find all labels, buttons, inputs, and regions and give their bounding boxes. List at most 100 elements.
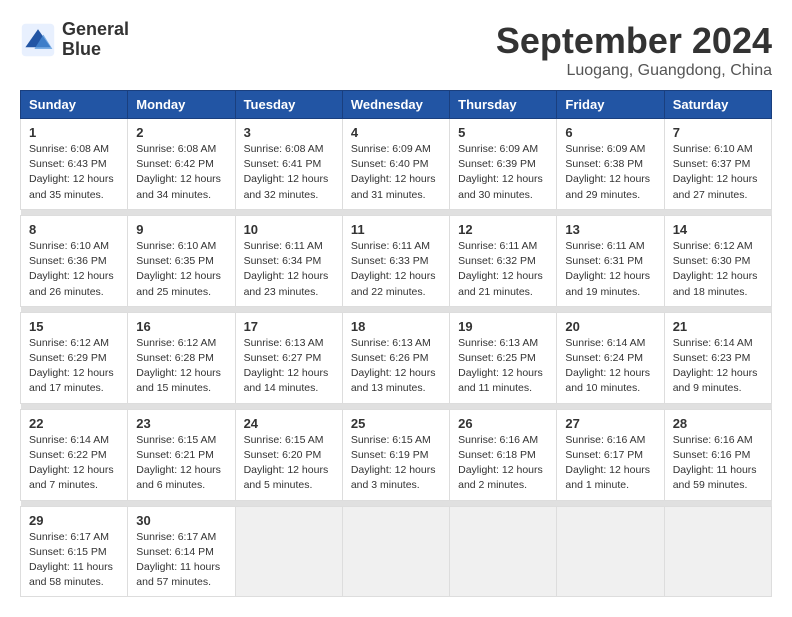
calendar-cell: 21 Sunrise: 6:14 AM Sunset: 6:23 PM Dayl…	[664, 312, 771, 403]
day-number: 28	[673, 416, 763, 431]
day-number: 17	[244, 319, 334, 334]
day-number: 27	[565, 416, 655, 431]
calendar-cell: 1 Sunrise: 6:08 AM Sunset: 6:43 PM Dayli…	[21, 119, 128, 210]
day-detail: Sunrise: 6:08 AM Sunset: 6:42 PM Dayligh…	[136, 142, 226, 203]
calendar-cell: 25 Sunrise: 6:15 AM Sunset: 6:19 PM Dayl…	[342, 409, 449, 500]
day-number: 6	[565, 125, 655, 140]
day-header-saturday: Saturday	[664, 91, 771, 119]
day-number: 26	[458, 416, 548, 431]
day-number: 29	[29, 513, 119, 528]
day-detail: Sunrise: 6:12 AM Sunset: 6:28 PM Dayligh…	[136, 336, 226, 397]
week-row-2: 8 Sunrise: 6:10 AM Sunset: 6:36 PM Dayli…	[21, 215, 772, 306]
day-detail: Sunrise: 6:11 AM Sunset: 6:32 PM Dayligh…	[458, 239, 548, 300]
day-number: 3	[244, 125, 334, 140]
day-detail: Sunrise: 6:11 AM Sunset: 6:33 PM Dayligh…	[351, 239, 441, 300]
calendar-cell: 30 Sunrise: 6:17 AM Sunset: 6:14 PM Dayl…	[128, 506, 235, 597]
day-detail: Sunrise: 6:14 AM Sunset: 6:24 PM Dayligh…	[565, 336, 655, 397]
calendar-cell: 9 Sunrise: 6:10 AM Sunset: 6:35 PM Dayli…	[128, 215, 235, 306]
day-header-sunday: Sunday	[21, 91, 128, 119]
day-detail: Sunrise: 6:13 AM Sunset: 6:25 PM Dayligh…	[458, 336, 548, 397]
logo: General Blue	[20, 20, 129, 60]
calendar-cell	[664, 506, 771, 597]
day-detail: Sunrise: 6:10 AM Sunset: 6:35 PM Dayligh…	[136, 239, 226, 300]
calendar-cell: 22 Sunrise: 6:14 AM Sunset: 6:22 PM Dayl…	[21, 409, 128, 500]
day-detail: Sunrise: 6:15 AM Sunset: 6:21 PM Dayligh…	[136, 433, 226, 494]
day-detail: Sunrise: 6:16 AM Sunset: 6:18 PM Dayligh…	[458, 433, 548, 494]
day-number: 22	[29, 416, 119, 431]
day-number: 24	[244, 416, 334, 431]
week-row-5: 29 Sunrise: 6:17 AM Sunset: 6:15 PM Dayl…	[21, 506, 772, 597]
day-number: 5	[458, 125, 548, 140]
calendar-cell	[557, 506, 664, 597]
day-detail: Sunrise: 6:12 AM Sunset: 6:29 PM Dayligh…	[29, 336, 119, 397]
day-detail: Sunrise: 6:10 AM Sunset: 6:36 PM Dayligh…	[29, 239, 119, 300]
day-detail: Sunrise: 6:16 AM Sunset: 6:16 PM Dayligh…	[673, 433, 763, 494]
day-number: 20	[565, 319, 655, 334]
day-number: 8	[29, 222, 119, 237]
calendar-cell: 20 Sunrise: 6:14 AM Sunset: 6:24 PM Dayl…	[557, 312, 664, 403]
logo-text: General Blue	[62, 20, 129, 60]
day-number: 4	[351, 125, 441, 140]
day-detail: Sunrise: 6:11 AM Sunset: 6:34 PM Dayligh…	[244, 239, 334, 300]
calendar-cell: 8 Sunrise: 6:10 AM Sunset: 6:36 PM Dayli…	[21, 215, 128, 306]
calendar-cell: 16 Sunrise: 6:12 AM Sunset: 6:28 PM Dayl…	[128, 312, 235, 403]
day-detail: Sunrise: 6:09 AM Sunset: 6:38 PM Dayligh…	[565, 142, 655, 203]
day-detail: Sunrise: 6:09 AM Sunset: 6:39 PM Dayligh…	[458, 142, 548, 203]
day-detail: Sunrise: 6:17 AM Sunset: 6:14 PM Dayligh…	[136, 530, 226, 591]
calendar-cell: 2 Sunrise: 6:08 AM Sunset: 6:42 PM Dayli…	[128, 119, 235, 210]
header-row: SundayMondayTuesdayWednesdayThursdayFrid…	[21, 91, 772, 119]
week-row-4: 22 Sunrise: 6:14 AM Sunset: 6:22 PM Dayl…	[21, 409, 772, 500]
day-number: 10	[244, 222, 334, 237]
day-header-tuesday: Tuesday	[235, 91, 342, 119]
day-detail: Sunrise: 6:13 AM Sunset: 6:26 PM Dayligh…	[351, 336, 441, 397]
calendar-cell: 28 Sunrise: 6:16 AM Sunset: 6:16 PM Dayl…	[664, 409, 771, 500]
week-row-1: 1 Sunrise: 6:08 AM Sunset: 6:43 PM Dayli…	[21, 119, 772, 210]
calendar-cell: 14 Sunrise: 6:12 AM Sunset: 6:30 PM Dayl…	[664, 215, 771, 306]
day-number: 25	[351, 416, 441, 431]
day-detail: Sunrise: 6:17 AM Sunset: 6:15 PM Dayligh…	[29, 530, 119, 591]
calendar-cell: 5 Sunrise: 6:09 AM Sunset: 6:39 PM Dayli…	[450, 119, 557, 210]
day-number: 23	[136, 416, 226, 431]
calendar-cell: 11 Sunrise: 6:11 AM Sunset: 6:33 PM Dayl…	[342, 215, 449, 306]
calendar-cell: 15 Sunrise: 6:12 AM Sunset: 6:29 PM Dayl…	[21, 312, 128, 403]
day-header-friday: Friday	[557, 91, 664, 119]
calendar-cell: 26 Sunrise: 6:16 AM Sunset: 6:18 PM Dayl…	[450, 409, 557, 500]
location-subtitle: Luogang, Guangdong, China	[496, 62, 772, 80]
day-detail: Sunrise: 6:15 AM Sunset: 6:20 PM Dayligh…	[244, 433, 334, 494]
day-detail: Sunrise: 6:14 AM Sunset: 6:22 PM Dayligh…	[29, 433, 119, 494]
day-detail: Sunrise: 6:12 AM Sunset: 6:30 PM Dayligh…	[673, 239, 763, 300]
calendar-cell: 3 Sunrise: 6:08 AM Sunset: 6:41 PM Dayli…	[235, 119, 342, 210]
calendar-cell: 6 Sunrise: 6:09 AM Sunset: 6:38 PM Dayli…	[557, 119, 664, 210]
day-number: 11	[351, 222, 441, 237]
day-number: 18	[351, 319, 441, 334]
day-number: 12	[458, 222, 548, 237]
calendar-cell: 18 Sunrise: 6:13 AM Sunset: 6:26 PM Dayl…	[342, 312, 449, 403]
calendar-cell: 13 Sunrise: 6:11 AM Sunset: 6:31 PM Dayl…	[557, 215, 664, 306]
day-detail: Sunrise: 6:13 AM Sunset: 6:27 PM Dayligh…	[244, 336, 334, 397]
day-number: 9	[136, 222, 226, 237]
day-number: 21	[673, 319, 763, 334]
month-title: September 2024	[496, 20, 772, 62]
day-detail: Sunrise: 6:14 AM Sunset: 6:23 PM Dayligh…	[673, 336, 763, 397]
day-detail: Sunrise: 6:11 AM Sunset: 6:31 PM Dayligh…	[565, 239, 655, 300]
calendar-cell	[342, 506, 449, 597]
calendar-cell: 12 Sunrise: 6:11 AM Sunset: 6:32 PM Dayl…	[450, 215, 557, 306]
day-detail: Sunrise: 6:08 AM Sunset: 6:43 PM Dayligh…	[29, 142, 119, 203]
logo-icon	[20, 22, 56, 58]
calendar-cell: 4 Sunrise: 6:09 AM Sunset: 6:40 PM Dayli…	[342, 119, 449, 210]
calendar-cell: 10 Sunrise: 6:11 AM Sunset: 6:34 PM Dayl…	[235, 215, 342, 306]
calendar-cell	[450, 506, 557, 597]
calendar-cell: 7 Sunrise: 6:10 AM Sunset: 6:37 PM Dayli…	[664, 119, 771, 210]
day-detail: Sunrise: 6:15 AM Sunset: 6:19 PM Dayligh…	[351, 433, 441, 494]
calendar-cell	[235, 506, 342, 597]
calendar-cell: 23 Sunrise: 6:15 AM Sunset: 6:21 PM Dayl…	[128, 409, 235, 500]
calendar-cell: 19 Sunrise: 6:13 AM Sunset: 6:25 PM Dayl…	[450, 312, 557, 403]
day-detail: Sunrise: 6:16 AM Sunset: 6:17 PM Dayligh…	[565, 433, 655, 494]
day-detail: Sunrise: 6:10 AM Sunset: 6:37 PM Dayligh…	[673, 142, 763, 203]
page-header: General Blue September 2024 Luogang, Gua…	[20, 20, 772, 80]
day-detail: Sunrise: 6:08 AM Sunset: 6:41 PM Dayligh…	[244, 142, 334, 203]
day-number: 15	[29, 319, 119, 334]
calendar-cell: 17 Sunrise: 6:13 AM Sunset: 6:27 PM Dayl…	[235, 312, 342, 403]
day-number: 19	[458, 319, 548, 334]
day-header-thursday: Thursday	[450, 91, 557, 119]
